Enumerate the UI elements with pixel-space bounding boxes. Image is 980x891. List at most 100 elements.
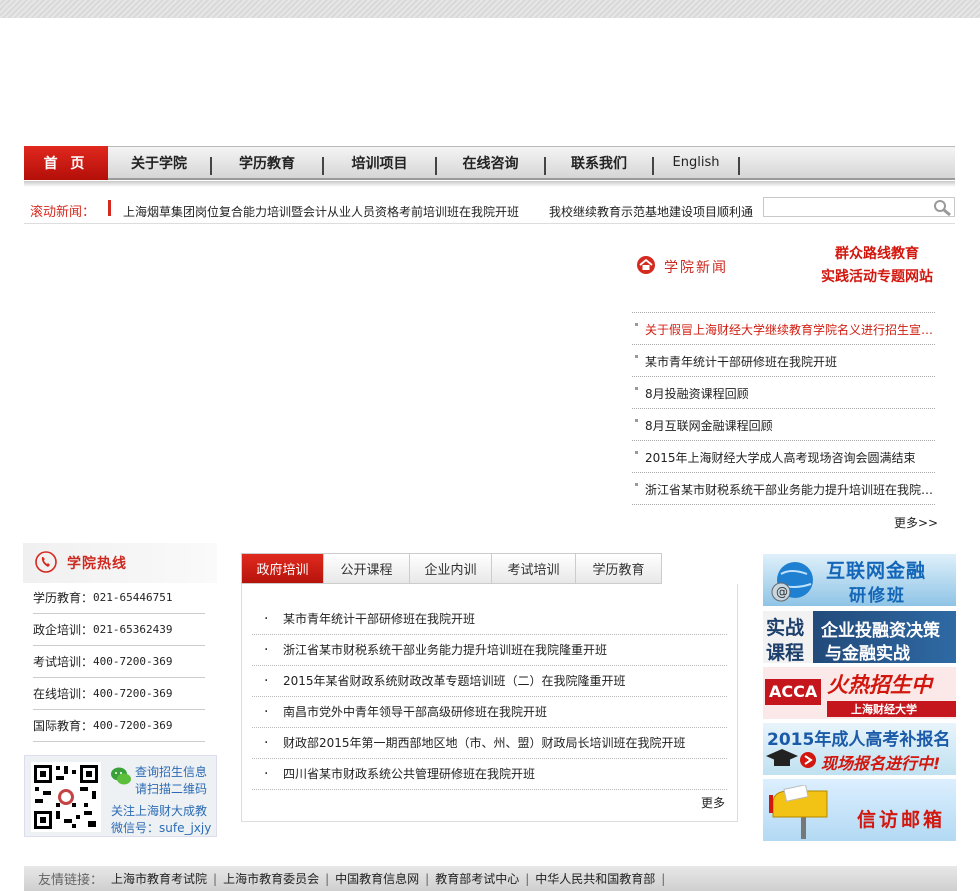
college-news-header: 学院新闻: [636, 255, 728, 278]
hotline-number: 021-65362439: [93, 623, 173, 636]
hotline-header: 学院热线: [23, 543, 217, 583]
banner-title: 互联网金融: [826, 560, 927, 582]
hotline-row: 在线培训： 400-7200-369: [33, 678, 205, 710]
list-item[interactable]: 四川省某市财政系统公共管理研修班在我院开班: [252, 759, 727, 790]
ticker-divider: [108, 200, 111, 216]
acca-logo-text: ACCA: [769, 682, 818, 701]
banner-internet-finance[interactable]: @ 互联网金融 研修班: [763, 554, 956, 606]
hotline-title: 学院热线: [67, 556, 127, 572]
ticker-label: 滚动新闻：: [30, 205, 96, 220]
globe-icon: @: [771, 562, 813, 602]
nav-separator: [738, 156, 740, 175]
tab-open-courses[interactable]: 公开课程: [324, 554, 410, 583]
tab-corporate-training[interactable]: 企业内训: [410, 554, 492, 583]
hotline-number: 400-7200-369: [93, 655, 173, 668]
arrow-right-icon: [800, 752, 816, 768]
qr-caption: 查询招生信息: [135, 765, 208, 779]
footer-link[interactable]: 上海市教育委员会: [223, 870, 319, 887]
banner-title: 企业投融资决策: [821, 621, 940, 641]
hotline-row: 考试培训： 400-7200-369: [33, 646, 205, 678]
friendly-links-label: 友情链接：: [38, 873, 104, 888]
list-item[interactable]: 2015年某省财政系统财政改革专题培训班（二）在我院隆重开班: [252, 666, 727, 697]
nav-consult[interactable]: 在线咨询: [437, 146, 544, 180]
college-news-more-link[interactable]: 更多>>: [894, 514, 938, 531]
main-nav: 首 页 关于学院 学历教育 培训项目 在线咨询 联系我们 English: [24, 145, 955, 180]
footer-link[interactable]: 中华人民共和国教育部: [535, 870, 655, 887]
list-item[interactable]: 关于假冒上海财经大学继续教育学院名义进行招生宣传的声明: [632, 313, 935, 345]
list-item[interactable]: 8月投融资课程回顾: [632, 377, 935, 409]
training-tabs: 政府培训 公开课程 企业内训 考试培训 学历教育: [241, 553, 662, 584]
mailbox-icon: [769, 785, 828, 839]
college-news-title: 学院新闻: [664, 259, 728, 276]
training-list: 某市青年统计干部研修班在我院开班 浙江省某市财税系统干部业务能力提升培训班在我院…: [252, 604, 727, 790]
tab-exam-training[interactable]: 考试培训: [492, 554, 576, 583]
svg-text:@: @: [776, 585, 788, 599]
news-ticker: 滚动新闻： 上海烟草集团岗位复合能力培训暨会计从业人员资格考前培训班在我院开班 …: [24, 196, 955, 224]
tab-degree-education[interactable]: 学历教育: [576, 554, 661, 583]
search-icon[interactable]: [932, 199, 952, 217]
hotline-number: 400-7200-369: [93, 719, 173, 732]
banner-title: 火热招生中: [827, 673, 932, 697]
hotline-row: 学历教育： 021-65446751: [33, 582, 205, 614]
footer-separator: |: [661, 871, 666, 886]
qr-code-icon: [31, 762, 101, 832]
ticker-item[interactable]: 我校继续教育示范基地建设项目顺利通: [549, 203, 757, 220]
promo-line: 实践活动专题网站: [821, 269, 933, 285]
nav-contact[interactable]: 联系我们: [546, 146, 652, 180]
training-more-link[interactable]: 更多: [701, 794, 725, 811]
banner-title: 信访邮箱: [857, 809, 946, 831]
nav-home[interactable]: 首 页: [24, 145, 108, 180]
hotline-number: 021-65446751: [93, 591, 173, 604]
list-item[interactable]: 某市青年统计干部研修班在我院开班: [252, 604, 727, 635]
banner-subtitle: 现场报名进行中!: [821, 754, 941, 773]
banner-adult-exam[interactable]: 2015年成人高考补报名 现场报名进行中!: [763, 723, 956, 775]
banner-acca[interactable]: ACCA 火热招生中 上海财经大学: [763, 667, 956, 719]
banner-mailbox[interactable]: 信访邮箱: [763, 779, 956, 841]
top-strip: [0, 0, 980, 18]
footer-link[interactable]: 中国教育信息网: [335, 870, 419, 887]
footer-separator: |: [325, 871, 330, 886]
hotline-label: 在线培训：: [33, 687, 94, 701]
footer-separator: |: [525, 871, 530, 886]
banner-investment-course[interactable]: 实战 课程 企业投融资决策 与金融实战: [763, 611, 956, 663]
nav-training[interactable]: 培训项目: [324, 146, 435, 180]
list-item[interactable]: 2015年上海财经大学成人高考现场咨询会圆满结束: [632, 441, 935, 473]
list-item[interactable]: 某市青年统计干部研修班在我院开班: [632, 345, 935, 377]
hotline-number: 400-7200-369: [93, 687, 173, 700]
search-input[interactable]: [764, 198, 929, 216]
friendly-links: 友情链接： 上海市教育考试院 | 上海市教育委员会 | 中国教育信息网 | 教育部考试…: [24, 866, 957, 891]
list-item[interactable]: 财政部2015年第一期西部地区地（市、州、盟）财政局长培训班在我院开班: [252, 728, 727, 759]
hotline-row: 国际教育： 400-7200-369: [33, 710, 205, 742]
list-item[interactable]: 浙江省某市财税系统干部业务能力提升培训班在我院隆重开班: [632, 473, 935, 505]
banner-badge-text: 课程: [766, 642, 805, 663]
nav-shadow: [24, 181, 955, 187]
banner-subtitle: 研修班: [849, 586, 906, 606]
hotline-label: 学历教育：: [33, 591, 94, 605]
college-news-list: 关于假冒上海财经大学继续教育学院名义进行招生宣传的声明 某市青年统计干部研修班在…: [632, 312, 935, 505]
hotline-label: 政企培训：: [33, 623, 94, 637]
ticker-item[interactable]: 上海烟草集团岗位复合能力培训暨会计从业人员资格考前培训班在我院开班: [123, 203, 519, 220]
nav-degree[interactable]: 学历教育: [212, 146, 322, 180]
banner-subtitle: 与金融实战: [825, 644, 910, 663]
list-item[interactable]: 南昌市党外中青年领导干部高级研修班在我院开班: [252, 697, 727, 728]
banner-subtitle: 上海财经大学: [851, 703, 917, 716]
wechat-qr-card[interactable]: 查询招生信息 请扫描二维码 关注上海财大成教 微信号：sufe_jxjy: [24, 755, 217, 837]
search-box: [763, 197, 955, 217]
qr-caption: 微信号：sufe_jxjy: [111, 821, 212, 835]
tab-panel: 某市青年统计干部研修班在我院开班 浙江省某市财税系统干部业务能力提升培训班在我院…: [241, 584, 738, 822]
hotline-row: 政企培训： 021-65362439: [33, 614, 205, 646]
footer-separator: |: [213, 871, 218, 886]
footer-link[interactable]: 上海市教育考试院: [111, 870, 207, 887]
hotline-label: 国际教育：: [33, 719, 94, 733]
banner-badge-text: 实战: [766, 617, 805, 639]
footer-link[interactable]: 教育部考试中心: [435, 870, 519, 887]
tab-government-training[interactable]: 政府培训: [242, 554, 324, 583]
promo-line: 群众路线教育: [835, 246, 919, 262]
list-item[interactable]: 浙江省某市财税系统干部业务能力提升培训班在我院隆重开班: [252, 635, 727, 666]
list-item[interactable]: 8月互联网金融课程回顾: [632, 409, 935, 441]
qr-caption: 关注上海财大成教: [111, 804, 208, 818]
promo-link[interactable]: 群众路线教育 实践活动专题网站: [810, 243, 944, 289]
home-icon: [636, 255, 656, 278]
nav-english[interactable]: English: [654, 146, 738, 180]
nav-about[interactable]: 关于学院: [108, 146, 210, 180]
